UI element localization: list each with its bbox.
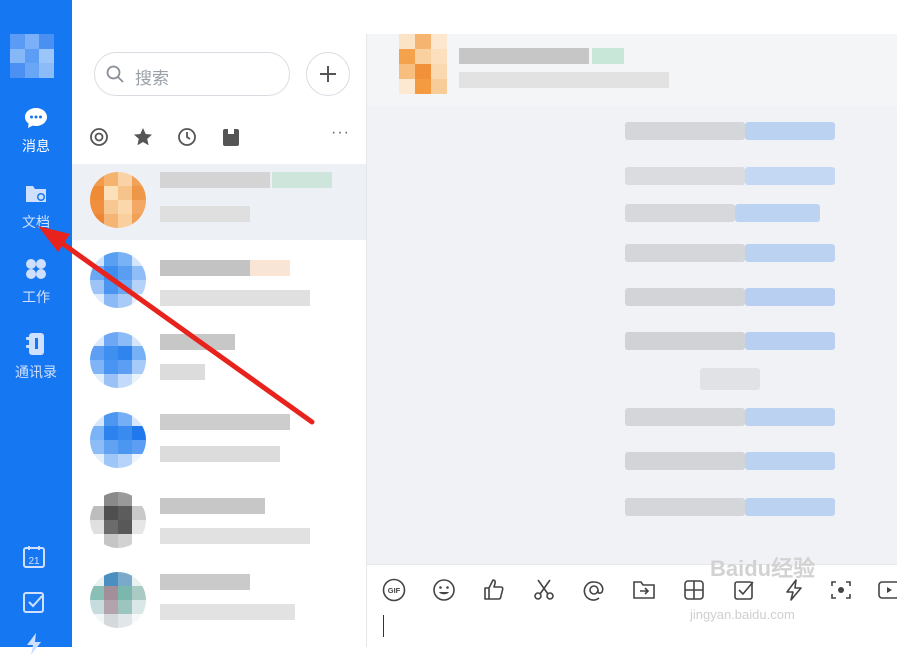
plus-icon <box>320 66 336 82</box>
star-icon[interactable] <box>132 126 154 148</box>
avatar <box>90 172 146 228</box>
input-toolbar: GIF <box>367 564 897 648</box>
conversation-list-panel: 搜索 ··· <box>72 34 366 647</box>
lightning-icon[interactable] <box>22 632 46 656</box>
search-placeholder: 搜索 <box>135 69 169 88</box>
todo-check-icon[interactable] <box>22 590 46 614</box>
gif-button[interactable]: GIF <box>382 578 406 602</box>
send-file-icon <box>633 581 655 599</box>
chat-title-badge <box>592 48 624 64</box>
video-button[interactable] <box>877 578 897 602</box>
watermark-url: jingyan.baidu.com <box>690 607 795 622</box>
conversation-item[interactable] <box>72 484 366 560</box>
sidebar-item-messages[interactable]: 消息 <box>0 106 72 156</box>
avatar <box>90 492 146 548</box>
watermark-logo: Baidu经验 <box>710 556 816 581</box>
video-icon <box>878 581 897 599</box>
title-bar <box>72 0 897 34</box>
add-button[interactable] <box>306 52 350 96</box>
chat-area <box>367 34 897 564</box>
text-cursor <box>383 615 384 637</box>
calendar-icon[interactable]: 21 <box>22 545 46 569</box>
user-avatar[interactable] <box>10 34 54 78</box>
avatar <box>90 252 146 308</box>
apps-grid-icon <box>26 259 46 279</box>
sidebar-item-docs[interactable]: 文档 <box>0 182 72 232</box>
scissors-icon <box>534 579 554 600</box>
filter-bar: ··· <box>86 124 356 150</box>
sidebar-item-work[interactable]: 工作 <box>0 257 72 307</box>
chat-title <box>459 48 589 64</box>
chat-subtitle <box>459 72 669 88</box>
mention-button[interactable] <box>582 578 606 602</box>
sidebar-item-contacts[interactable]: 通讯录 <box>0 332 72 382</box>
emoji-icon <box>433 579 455 601</box>
at-icon <box>583 581 604 601</box>
thumbs-up-icon <box>484 579 504 600</box>
screenshot-button[interactable] <box>682 578 706 602</box>
emoji-button[interactable] <box>432 578 456 602</box>
clock-icon[interactable] <box>176 126 198 148</box>
search-icon <box>106 65 124 83</box>
cut-button[interactable] <box>532 578 556 602</box>
chat-bubble-icon <box>25 108 47 128</box>
chat-header <box>367 34 897 106</box>
svg-text:21: 21 <box>28 556 40 567</box>
avatar <box>90 572 146 628</box>
archive-icon[interactable] <box>220 126 242 148</box>
sidebar-item-label: 消息 <box>22 138 50 154</box>
contacts-book-icon <box>26 333 44 355</box>
record-icon <box>831 581 851 599</box>
gif-icon: GIF <box>382 578 406 602</box>
sidebar-item-label: 文档 <box>22 214 50 230</box>
chat-avatar[interactable] <box>399 34 447 94</box>
folder-icon <box>26 186 46 202</box>
like-button[interactable] <box>482 578 506 602</box>
avatar <box>90 412 146 468</box>
at-icon[interactable] <box>88 126 110 148</box>
sidebar-item-label: 工作 <box>22 289 50 305</box>
conversation-item[interactable] <box>72 324 366 400</box>
conversation-item[interactable] <box>72 164 366 240</box>
more-filters-button[interactable]: ··· <box>331 124 350 142</box>
avatar <box>90 332 146 388</box>
conversation-item[interactable] <box>72 404 366 480</box>
send-file-button[interactable] <box>632 578 656 602</box>
conversation-item[interactable] <box>72 244 366 320</box>
screenshot-icon <box>684 580 704 600</box>
sidebar-item-label: 通讯录 <box>15 364 57 380</box>
sidebar-rail: 消息 文档 工作 通讯录 21 <box>0 0 72 655</box>
conversation-item[interactable] <box>72 564 366 640</box>
search-input[interactable]: 搜索 <box>94 52 290 96</box>
record-button[interactable] <box>829 578 853 602</box>
svg-text:GIF: GIF <box>388 586 401 595</box>
